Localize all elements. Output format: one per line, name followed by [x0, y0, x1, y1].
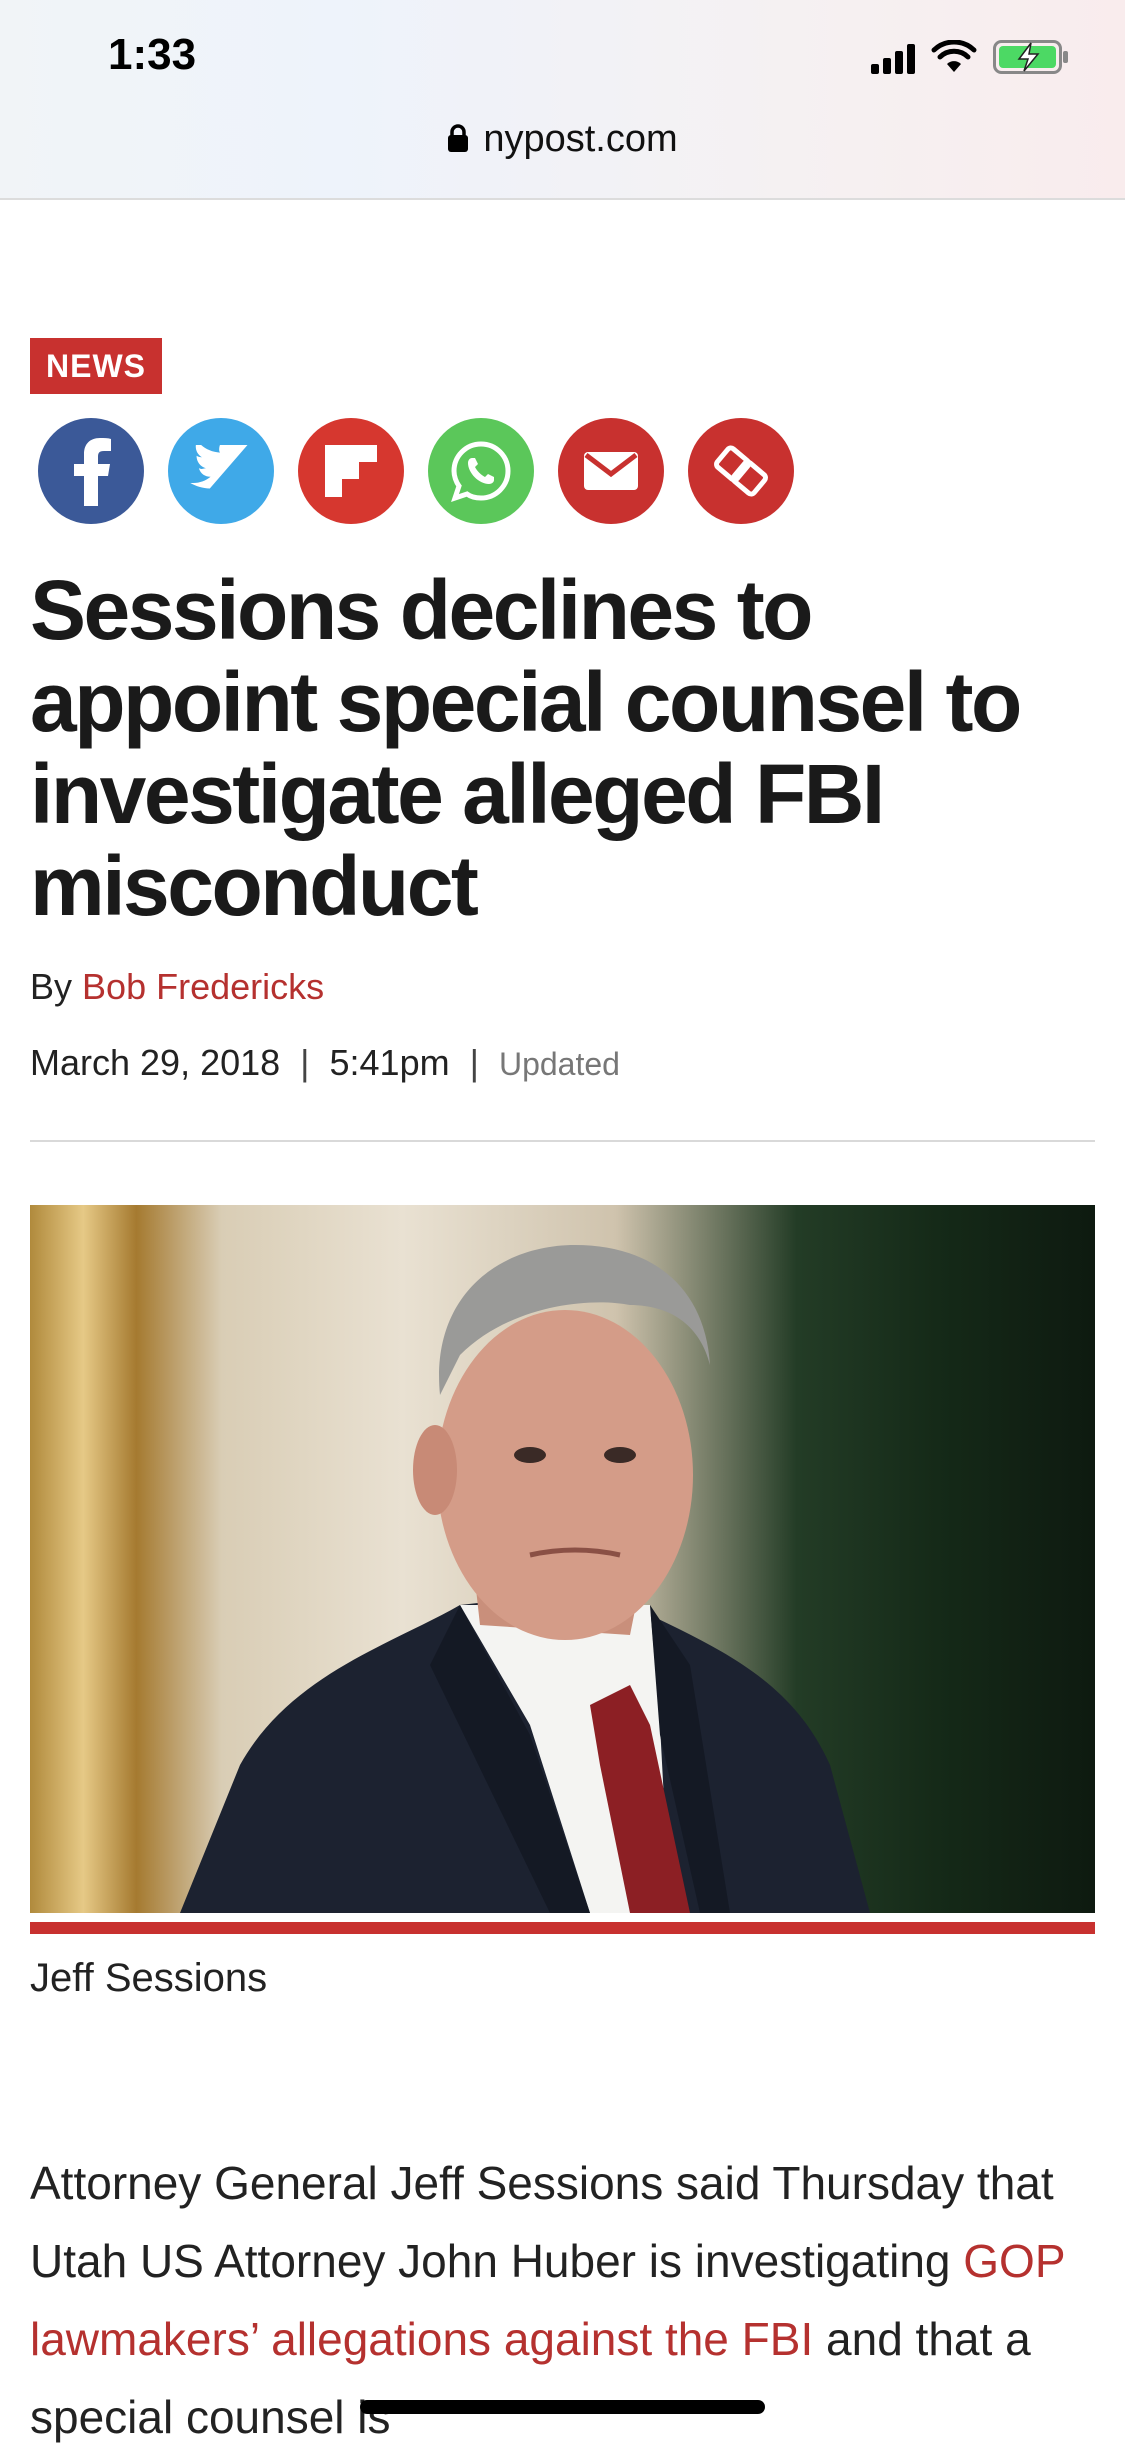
facebook-icon [74, 438, 111, 506]
whatsapp-icon [451, 441, 511, 502]
address-bar[interactable]: nypost.com [0, 118, 1125, 161]
url-domain: nypost.com [483, 118, 678, 160]
portrait-illustration [180, 1245, 870, 1913]
share-twitter-button[interactable] [168, 418, 274, 524]
email-icon [584, 452, 638, 490]
body-text-part1: Attorney General Jeff Sessions said Thur… [30, 2157, 1054, 2287]
share-facebook-button[interactable] [38, 418, 144, 524]
photo-caption: Jeff Sessions [30, 1956, 268, 2000]
share-whatsapp-button[interactable] [428, 418, 534, 524]
header-divider [30, 1140, 1095, 1142]
updated-label[interactable]: Updated [499, 1046, 620, 1082]
photo-accent-rule [30, 1922, 1095, 1934]
status-icons [871, 40, 1069, 74]
author-link[interactable]: Bob Fredericks [82, 966, 324, 1007]
copy-link-icon [714, 445, 768, 497]
home-indicator[interactable] [360, 2400, 765, 2414]
status-time: 1:33 [108, 30, 197, 79]
lock-icon [448, 124, 469, 152]
publish-date: March 29, 2018 [30, 1042, 281, 1083]
cellular-signal-icon [871, 44, 915, 74]
article-headline: Sessions declines to appoint special cou… [30, 563, 1022, 933]
share-email-button[interactable] [558, 418, 664, 524]
share-copy-link-button[interactable] [688, 418, 794, 524]
share-buttons [38, 418, 794, 524]
dateline: March 29, 2018 | 5:41pm | Updated [30, 1042, 620, 1084]
article-photo[interactable] [30, 1205, 1095, 1913]
date-separator: | [300, 1042, 310, 1083]
wifi-icon [931, 40, 977, 72]
time-separator: | [469, 1042, 479, 1083]
byline-prefix: By [30, 966, 73, 1007]
publish-time: 5:41pm [329, 1042, 450, 1083]
browser-top-bar: 1:33 nypost.com [0, 0, 1125, 200]
section-badge[interactable]: NEWS [30, 338, 162, 394]
share-flipboard-button[interactable] [298, 418, 404, 524]
byline: By Bob Fredericks [30, 966, 324, 1008]
flipboard-icon [325, 445, 377, 497]
battery-charging-icon [993, 40, 1068, 74]
twitter-icon [190, 445, 248, 489]
